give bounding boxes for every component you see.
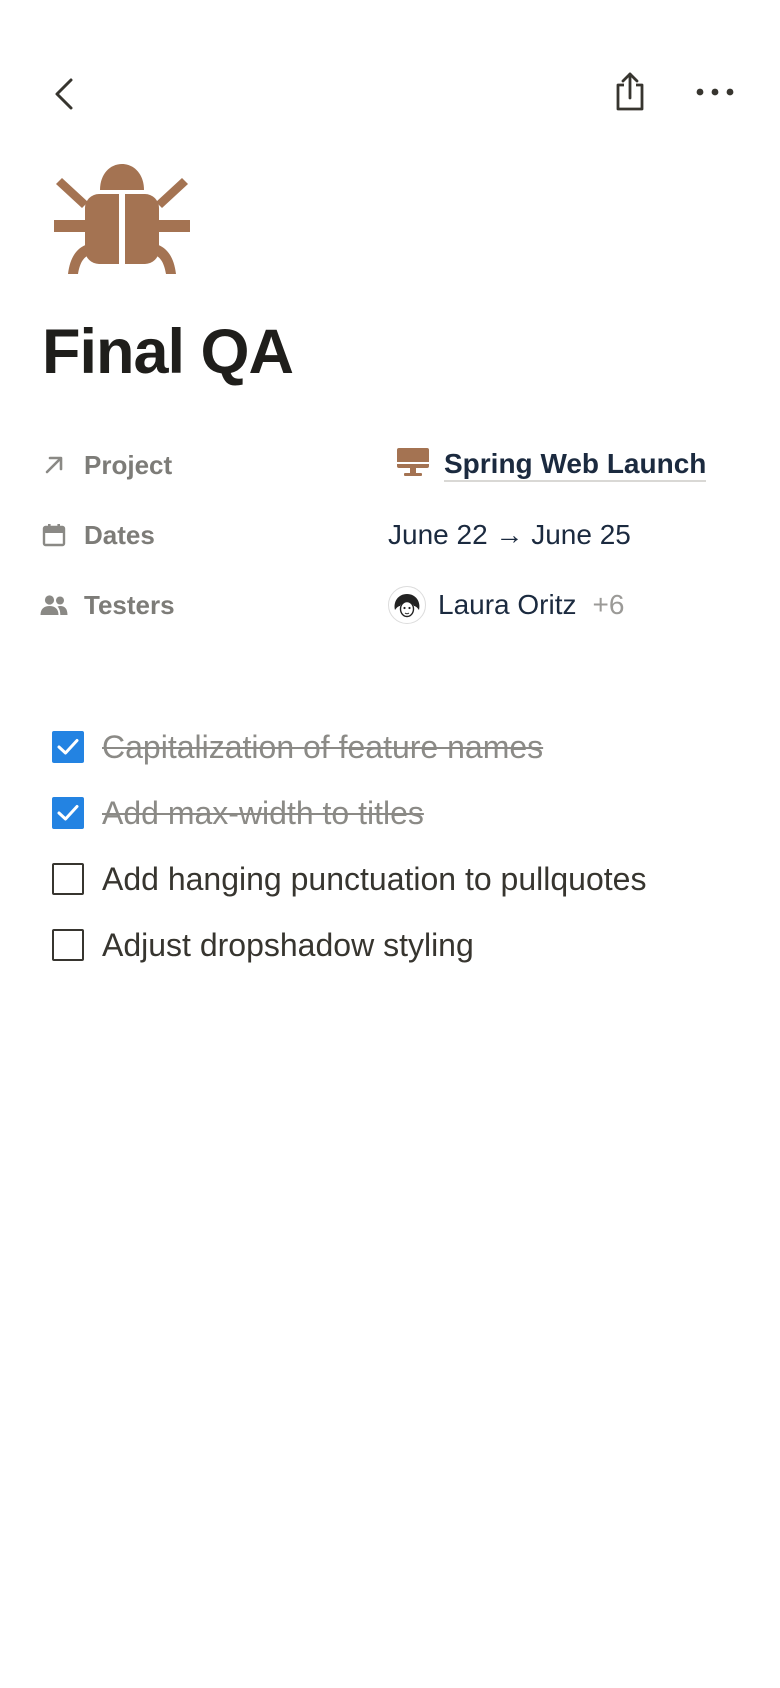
property-value-dates[interactable]: June 22 → June 25 (388, 500, 631, 570)
property-label: Project (84, 449, 173, 480)
todo-checkbox[interactable] (52, 863, 84, 895)
property-value-project: Spring Web Launch (388, 430, 707, 500)
project-link-label: Spring Web Launch (444, 448, 707, 482)
todo-item: Add hanging punctuation to pullquotes (52, 846, 752, 912)
back-button[interactable] (44, 70, 84, 118)
people-icon (40, 591, 68, 619)
chevron-left-icon (55, 78, 73, 110)
todo-text[interactable]: Add hanging punctuation to pullquotes (102, 861, 646, 898)
tester-name: Laura Oritz (438, 589, 577, 620)
arrow-up-right-icon (40, 451, 68, 479)
more-options-button[interactable] (692, 72, 738, 112)
property-name-dates: Dates (40, 500, 155, 570)
property-label: Dates (84, 519, 155, 550)
avatar (388, 586, 426, 624)
todo-text[interactable]: Adjust dropshadow styling (102, 927, 474, 964)
todo-item: Capitalization of feature names (52, 714, 752, 780)
checkmark-icon (57, 805, 79, 821)
checkmark-icon (57, 739, 79, 755)
todo-item: Add max-width to titles (52, 780, 752, 846)
more-horizontal-icon (696, 88, 734, 96)
properties-list: Project Spring Web Launch Dates June 22 … (40, 430, 740, 640)
todo-item: Adjust dropshadow styling (52, 912, 752, 978)
desktop-monitor-icon (396, 447, 430, 484)
property-project[interactable]: Project Spring Web Launch (40, 430, 740, 500)
todo-text[interactable]: Capitalization of feature names (102, 729, 543, 766)
todo-text[interactable]: Add max-width to titles (102, 795, 424, 832)
page-icon[interactable] (52, 160, 192, 278)
date-range: June 22 → June 25 (388, 519, 631, 550)
share-button[interactable] (608, 68, 652, 116)
page-title[interactable]: Final QA (42, 314, 294, 390)
share-icon (616, 72, 644, 111)
todo-checkbox[interactable] (52, 731, 84, 763)
tester-person[interactable]: Laura Oritz +6 (388, 586, 624, 624)
todo-list: Capitalization of feature names Add max-… (52, 714, 752, 978)
property-name-project: Project (40, 430, 172, 500)
todo-checkbox[interactable] (52, 929, 84, 961)
property-label: Testers (84, 589, 175, 620)
calendar-icon (40, 521, 68, 549)
property-testers[interactable]: Testers Laura Oritz +6 (40, 570, 740, 640)
top-navigation-bar (0, 0, 780, 150)
property-value-testers: Laura Oritz +6 (388, 570, 624, 640)
property-dates[interactable]: Dates June 22 → June 25 (40, 500, 740, 570)
project-link[interactable]: Spring Web Launch (388, 447, 707, 484)
bug-icon (54, 164, 190, 274)
todo-checkbox[interactable] (52, 797, 84, 829)
property-name-testers: Testers (40, 570, 175, 640)
more-testers-count: +6 (592, 589, 625, 620)
